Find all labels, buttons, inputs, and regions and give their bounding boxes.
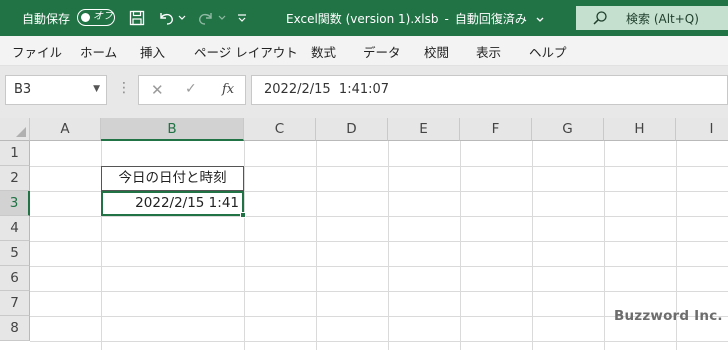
formula-bar[interactable]: 2022/2/15 1:41:07 bbox=[251, 75, 728, 105]
autosave-label: 自動保存 bbox=[22, 12, 71, 26]
search-box[interactable]: 検索 (Alt+Q) bbox=[576, 6, 728, 30]
column-header-i[interactable]: I bbox=[676, 118, 728, 141]
file-name: Excel関数 (version 1).xlsb bbox=[286, 12, 439, 26]
tab-page-layout[interactable]: ページ レイアウト bbox=[194, 42, 298, 61]
document-title[interactable]: Excel関数 (version 1).xlsb - 自動回復済み bbox=[286, 10, 544, 27]
column-header-d[interactable]: D bbox=[316, 118, 388, 141]
tab-view[interactable]: 表示 bbox=[476, 42, 501, 61]
column-header-b[interactable]: B bbox=[101, 118, 244, 141]
title-separator: - bbox=[444, 12, 449, 26]
row-header-3[interactable]: 3 bbox=[0, 191, 30, 216]
undo-dropdown-icon[interactable] bbox=[177, 7, 187, 29]
name-box-value: B3 bbox=[14, 82, 32, 97]
worksheet-grid: A B C D E F G H I 1 2 3 4 5 6 7 8 今日の日付と… bbox=[0, 118, 728, 350]
row-header-4[interactable]: 4 bbox=[0, 216, 30, 241]
gridline bbox=[30, 266, 728, 267]
redo-dropdown-icon[interactable] bbox=[217, 7, 227, 29]
insert-function-icon[interactable]: fx bbox=[222, 82, 234, 97]
cancel-icon[interactable]: ✕ bbox=[151, 81, 164, 99]
row-header-1[interactable]: 1 bbox=[0, 141, 30, 166]
enter-icon[interactable]: ✓ bbox=[185, 81, 197, 97]
formula-area: B3 ▼ ⋮ ✕ ✓ fx 2022/2/15 1:41:07 bbox=[0, 66, 728, 118]
name-box[interactable]: B3 ▼ bbox=[5, 75, 107, 105]
search-label: 検索 (Alt+Q) bbox=[626, 12, 699, 26]
search-icon bbox=[592, 10, 608, 29]
gridline bbox=[30, 291, 728, 292]
tab-help[interactable]: ヘルプ bbox=[529, 42, 567, 61]
row-header-7[interactable]: 7 bbox=[0, 291, 30, 316]
tab-data[interactable]: データ bbox=[363, 42, 401, 61]
row-header-8[interactable]: 8 bbox=[0, 316, 30, 341]
formula-buttons: ✕ ✓ fx bbox=[138, 75, 246, 105]
column-header-f[interactable]: F bbox=[460, 118, 532, 141]
autosave-state: オフ bbox=[93, 11, 113, 22]
column-header-a[interactable]: A bbox=[30, 118, 101, 141]
save-icon[interactable] bbox=[127, 7, 147, 29]
gridline bbox=[30, 241, 728, 242]
column-header-c[interactable]: C bbox=[244, 118, 316, 141]
cell-b3-active[interactable]: 2022/2/15 1:41 bbox=[101, 191, 244, 216]
title-bar: 自動保存 オフ Excel関数 (version 1).xlsb - 自動回復済み … bbox=[0, 0, 728, 36]
column-header-g[interactable]: G bbox=[532, 118, 604, 141]
column-header-e[interactable]: E bbox=[388, 118, 460, 141]
column-header-h[interactable]: H bbox=[604, 118, 676, 141]
title-dropdown-icon bbox=[536, 17, 544, 22]
gridline bbox=[30, 341, 728, 342]
fill-handle[interactable] bbox=[240, 212, 246, 218]
row-header-2[interactable]: 2 bbox=[0, 166, 30, 191]
tab-formulas[interactable]: 数式 bbox=[311, 42, 336, 61]
tab-insert[interactable]: 挿入 bbox=[140, 42, 165, 61]
tab-review[interactable]: 校閲 bbox=[424, 42, 449, 61]
autosave-toggle[interactable]: オフ bbox=[77, 9, 115, 26]
redo-icon[interactable] bbox=[195, 7, 217, 29]
undo-icon[interactable] bbox=[155, 7, 177, 29]
tab-home[interactable]: ホーム bbox=[80, 42, 117, 61]
name-box-dropdown-icon[interactable]: ▼ bbox=[93, 84, 100, 94]
formula-bar-handle-icon[interactable]: ⋮ bbox=[117, 80, 131, 96]
select-all-button[interactable] bbox=[0, 118, 30, 141]
cell-b2[interactable]: 今日の日付と時刻 bbox=[101, 166, 244, 191]
customize-qat-icon[interactable] bbox=[235, 7, 249, 29]
row-header-5[interactable]: 5 bbox=[0, 241, 30, 266]
save-status: 自動回復済み bbox=[454, 12, 527, 26]
gridline bbox=[388, 141, 389, 350]
gridline bbox=[316, 141, 317, 350]
toggle-knob bbox=[81, 12, 90, 22]
gridline bbox=[30, 216, 728, 217]
formula-bar-value: 2022/2/15 1:41:07 bbox=[264, 82, 390, 97]
tab-file[interactable]: ファイル bbox=[12, 42, 62, 61]
watermark: Buzzword Inc. bbox=[614, 308, 723, 324]
select-all-icon bbox=[16, 127, 26, 137]
ribbon-tabs: ファイル ホーム 挿入 ページ レイアウト 数式 データ 校閲 表示 ヘルプ bbox=[0, 36, 728, 66]
gridline bbox=[244, 141, 245, 350]
gridline bbox=[604, 141, 605, 350]
gridline bbox=[532, 141, 533, 350]
row-header-6[interactable]: 6 bbox=[0, 266, 30, 291]
gridline bbox=[460, 141, 461, 350]
